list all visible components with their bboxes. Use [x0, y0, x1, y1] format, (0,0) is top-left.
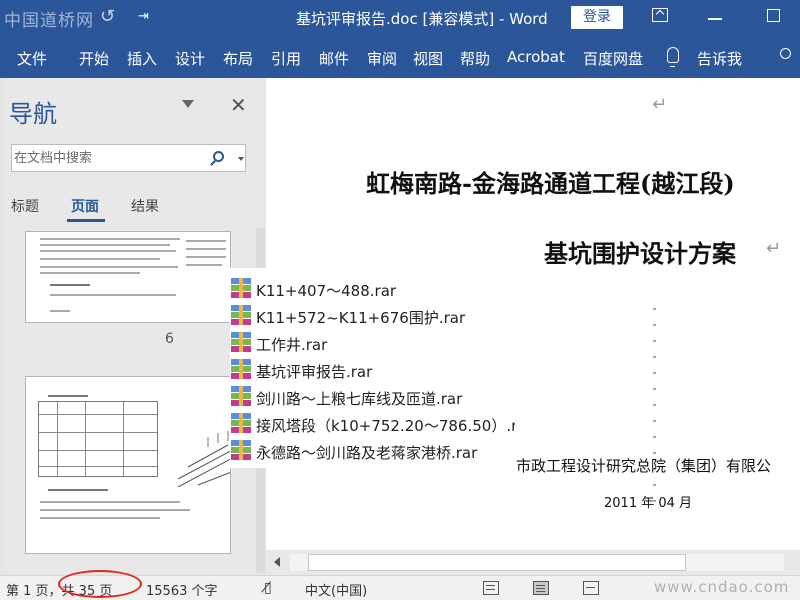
quick-access-customize-icon[interactable]: ⇥	[138, 9, 149, 24]
nav-pane-title: 导航	[9, 100, 57, 128]
file-name: 永德路～剑川路及老蒋家港桥.rar	[256, 444, 478, 462]
tab-help[interactable]: 帮助	[460, 48, 490, 69]
nav-tab-headings[interactable]: 标题	[11, 196, 39, 216]
winrar-icon	[231, 305, 251, 325]
search-icon[interactable]	[213, 151, 224, 162]
ribbon-tabs: 文件 开始 插入 设计 布局 引用 邮件 审阅 视图 帮助 Acrobat 百度…	[0, 36, 800, 78]
tab-acrobat[interactable]: Acrobat	[507, 48, 565, 66]
share-person-icon[interactable]	[780, 48, 791, 59]
tab-insert[interactable]: 插入	[127, 48, 157, 69]
file-name: K11+407～488.rar	[256, 282, 397, 300]
file-item[interactable]: K11+407～488.rar	[230, 275, 515, 302]
file-name: K11+572~K11+676围护.rar	[256, 309, 466, 327]
active-tab-indicator	[67, 219, 105, 222]
nav-options-dropdown-icon[interactable]	[182, 100, 194, 108]
drawing-thumbnail	[178, 431, 230, 487]
winrar-icon	[231, 386, 251, 406]
page-count-highlight-circle	[58, 570, 142, 598]
print-layout-icon[interactable]	[533, 581, 549, 595]
tab-view[interactable]: 视图	[413, 48, 443, 69]
navigation-pane: 导航 ✕ 标题 页面 结果 6	[5, 78, 265, 573]
maximize-icon[interactable]	[767, 9, 780, 22]
page-thumbnail-number: 6	[165, 331, 174, 347]
winrar-icon	[231, 413, 251, 433]
search-options-dropdown-icon[interactable]	[238, 157, 244, 161]
tab-mailings[interactable]: 邮件	[319, 48, 349, 69]
tab-references[interactable]: 引用	[271, 48, 301, 69]
page-thumbnail-6[interactable]	[25, 231, 231, 323]
winrar-icon	[231, 332, 251, 352]
site-logo: 中国道桥网	[4, 11, 94, 31]
file-item[interactable]: 永德路～剑川路及老蒋家港桥.rar	[230, 437, 515, 464]
file-item[interactable]: 接风塔段（k10+752.20～786.50）.rar	[230, 410, 515, 437]
word-count-status[interactable]: 15563 个字	[146, 580, 218, 599]
scroll-thumb[interactable]	[308, 554, 686, 571]
nav-close-icon[interactable]: ✕	[230, 93, 247, 117]
page-thumbnail-7[interactable]	[25, 376, 231, 554]
tab-file[interactable]: 文件	[17, 48, 47, 69]
winrar-icon	[231, 359, 251, 379]
winrar-icon	[231, 440, 251, 460]
site-watermark: www.cndao.com	[654, 578, 790, 596]
horizontal-scrollbar[interactable]	[266, 550, 800, 575]
login-button[interactable]: 登录	[571, 6, 623, 29]
paragraph-mark: ↵	[652, 94, 668, 115]
web-layout-icon[interactable]	[583, 581, 599, 595]
language-status[interactable]: 中文(中国)	[305, 580, 367, 599]
file-name: 剑川路～上粮七库线及匝道.rar	[256, 390, 463, 408]
nav-search-box[interactable]	[11, 144, 246, 172]
tell-me-button[interactable]: 告诉我	[697, 48, 742, 69]
nav-search-input[interactable]	[14, 148, 204, 168]
tab-layout[interactable]: 布局	[223, 48, 253, 69]
file-item[interactable]: 剑川路～上粮七库线及匝道.rar	[230, 383, 515, 410]
paragraph-marks-column	[653, 308, 659, 508]
file-item[interactable]: 工作井.rar	[230, 329, 515, 356]
tab-baidu-netdisk[interactable]: 百度网盘	[583, 48, 643, 69]
tab-home[interactable]: 开始	[79, 48, 109, 69]
nav-tab-pages[interactable]: 页面	[71, 196, 99, 216]
tab-review[interactable]: 审阅	[367, 48, 397, 69]
file-item[interactable]: K11+572~K11+676围护.rar	[230, 302, 515, 329]
file-name: 工作井.rar	[256, 336, 328, 354]
file-list-popup: K11+407～488.rar K11+572~K11+676围护.rar 工作…	[230, 268, 515, 468]
tab-design[interactable]: 设计	[175, 48, 205, 69]
paragraph-mark: ↵	[766, 238, 782, 259]
proofing-icon[interactable]: ▯̸	[264, 580, 272, 596]
minimize-icon[interactable]	[708, 18, 722, 20]
file-item[interactable]: 基坑评审报告.rar	[230, 356, 515, 383]
winrar-icon	[231, 278, 251, 298]
nav-tab-results[interactable]: 结果	[131, 196, 159, 216]
status-bar: 第 1 页，共 35 页 15563 个字 ▯̸ 中文(中国) www.cnda…	[0, 570, 800, 600]
file-name: 接风塔段（k10+752.20～786.50）.rar	[256, 417, 515, 435]
title-bar: 中国道桥网 ↺ ⇥ 基坑评审报告.doc [兼容模式] - Word 登录	[0, 0, 800, 36]
undo-icon[interactable]: ↺	[100, 6, 115, 27]
lightbulb-icon[interactable]	[667, 47, 679, 67]
window-title: 基坑评审报告.doc [兼容模式] - Word	[296, 10, 548, 28]
document-date: 2011 年 04 月	[604, 496, 693, 511]
file-name: 基坑评审报告.rar	[256, 363, 373, 381]
ribbon-display-options-icon[interactable]	[652, 8, 668, 22]
read-mode-icon[interactable]	[483, 581, 499, 595]
document-organization: 市政工程设计研究总院（集团）有限公	[516, 457, 772, 475]
scroll-left-icon[interactable]	[274, 557, 280, 567]
document-title-line1: 虹梅南路-金海路通道工程(越江段)	[366, 169, 735, 198]
document-title-line2: 基坑围护设计方案	[544, 239, 736, 268]
